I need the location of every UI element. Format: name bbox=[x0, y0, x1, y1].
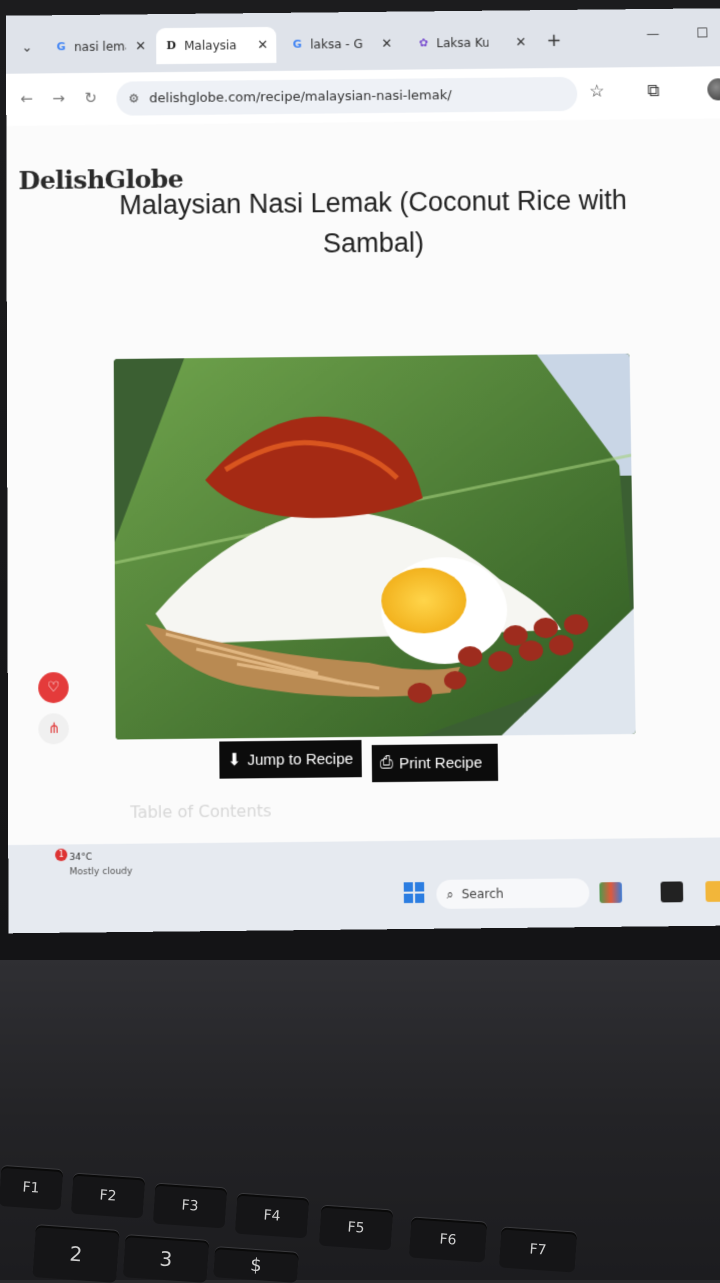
recipe-site-icon: ✿ bbox=[416, 36, 430, 50]
close-icon[interactable]: ✕ bbox=[135, 39, 146, 54]
forward-icon[interactable]: → bbox=[52, 89, 65, 107]
jump-to-recipe-button[interactable]: ⬇ Jump to Recipe bbox=[219, 740, 362, 779]
tab-laksa-google[interactable]: G laksa - Go ✕ bbox=[282, 26, 400, 63]
print-recipe-button[interactable]: ⎙ Print Recipe bbox=[372, 744, 498, 783]
task-view-icon[interactable] bbox=[661, 881, 684, 902]
close-icon[interactable]: ✕ bbox=[381, 36, 392, 51]
delishglobe-icon: D bbox=[164, 39, 178, 53]
key-3[interactable]: 3 bbox=[123, 1235, 210, 1283]
tab-nasi-lemak[interactable]: G nasi lemak ✕ bbox=[46, 28, 154, 65]
extensions-icon[interactable]: ⧉ bbox=[647, 81, 659, 101]
back-icon[interactable]: ← bbox=[20, 90, 33, 108]
maximize-icon[interactable]: ☐ bbox=[696, 26, 708, 41]
close-icon[interactable]: ✕ bbox=[515, 35, 526, 50]
google-icon: G bbox=[290, 38, 304, 52]
tab-strip: ⌄ G nasi lemak ✕ D Malaysian ✕ G laksa -… bbox=[6, 8, 720, 74]
new-tab-icon[interactable]: + bbox=[546, 30, 561, 51]
tab-malaysian[interactable]: D Malaysian ✕ bbox=[156, 27, 276, 64]
weather-notification-badge: 1 bbox=[55, 849, 67, 862]
address-bar[interactable]: ⚙ delishglobe.com/recipe/malaysian-nasi-… bbox=[116, 77, 577, 116]
key-f1[interactable]: F1 bbox=[0, 1166, 63, 1210]
tab-title: nasi lemak bbox=[74, 39, 126, 54]
key-f2[interactable]: F2 bbox=[71, 1174, 146, 1219]
google-icon: G bbox=[54, 40, 68, 54]
site-info-icon[interactable]: ⚙ bbox=[128, 91, 139, 105]
table-of-contents-heading[interactable]: Table of Contents bbox=[130, 801, 271, 822]
minimize-icon[interactable]: — bbox=[646, 27, 659, 42]
key-4[interactable]: $ bbox=[213, 1247, 299, 1283]
arrow-down-icon: ⬇ bbox=[227, 750, 241, 771]
tab-laksa-kuala[interactable]: ✿ Laksa Kua ✕ bbox=[408, 24, 535, 61]
print-recipe-label: Print Recipe bbox=[399, 754, 482, 772]
tab-search-chevron-icon[interactable]: ⌄ bbox=[16, 37, 38, 59]
share-icon[interactable]: ⋔ bbox=[38, 713, 69, 744]
hero-image bbox=[114, 354, 636, 740]
key-2[interactable]: 2 bbox=[32, 1225, 119, 1283]
reload-icon[interactable]: ↻ bbox=[84, 89, 97, 107]
profile-avatar[interactable] bbox=[707, 78, 720, 100]
key-f7[interactable]: F7 bbox=[499, 1227, 578, 1272]
tab-title: laksa - Go bbox=[310, 37, 362, 52]
key-f3[interactable]: F3 bbox=[153, 1184, 228, 1229]
tab-title: Laksa Kua bbox=[436, 36, 488, 51]
weather-temperature[interactable]: 34°C bbox=[69, 852, 92, 863]
url-text: delishglobe.com/recipe/malaysian-nasi-le… bbox=[149, 88, 452, 106]
file-explorer-icon[interactable] bbox=[705, 881, 720, 902]
favorite-heart-icon[interactable]: ♡ bbox=[38, 672, 69, 703]
weather-description[interactable]: Mostly cloudy bbox=[69, 867, 132, 878]
key-f4[interactable]: F4 bbox=[235, 1194, 310, 1239]
web-page: DelishGlobe Malaysian Nasi Lemak (Coconu… bbox=[6, 118, 720, 845]
windows-taskbar: 1 34°C Mostly cloudy ⌕ Search bbox=[8, 837, 720, 933]
tab-title: Malaysian bbox=[184, 38, 236, 53]
browser-toolbar: ← → ↻ ⚙ delishglobe.com/recipe/malaysian… bbox=[6, 66, 720, 127]
taskbar-search[interactable]: ⌕ Search bbox=[436, 878, 589, 909]
printer-icon: ⎙ bbox=[380, 754, 393, 773]
taskbar-search-label: Search bbox=[462, 886, 504, 901]
bookmark-star-icon[interactable]: ☆ bbox=[589, 82, 605, 102]
key-f5[interactable]: F5 bbox=[319, 1206, 394, 1251]
key-f6[interactable]: F6 bbox=[409, 1217, 488, 1262]
page-title: Malaysian Nasi Lemak (Coconut Rice with … bbox=[107, 180, 640, 266]
search-icon: ⌕ bbox=[447, 886, 454, 902]
close-icon[interactable]: ✕ bbox=[257, 37, 268, 52]
widgets-icon[interactable] bbox=[599, 882, 622, 903]
windows-start-icon[interactable] bbox=[404, 882, 425, 903]
jump-to-recipe-label: Jump to Recipe bbox=[247, 750, 353, 769]
laptop-screen: ⌄ G nasi lemak ✕ D Malaysian ✕ G laksa -… bbox=[6, 8, 720, 933]
